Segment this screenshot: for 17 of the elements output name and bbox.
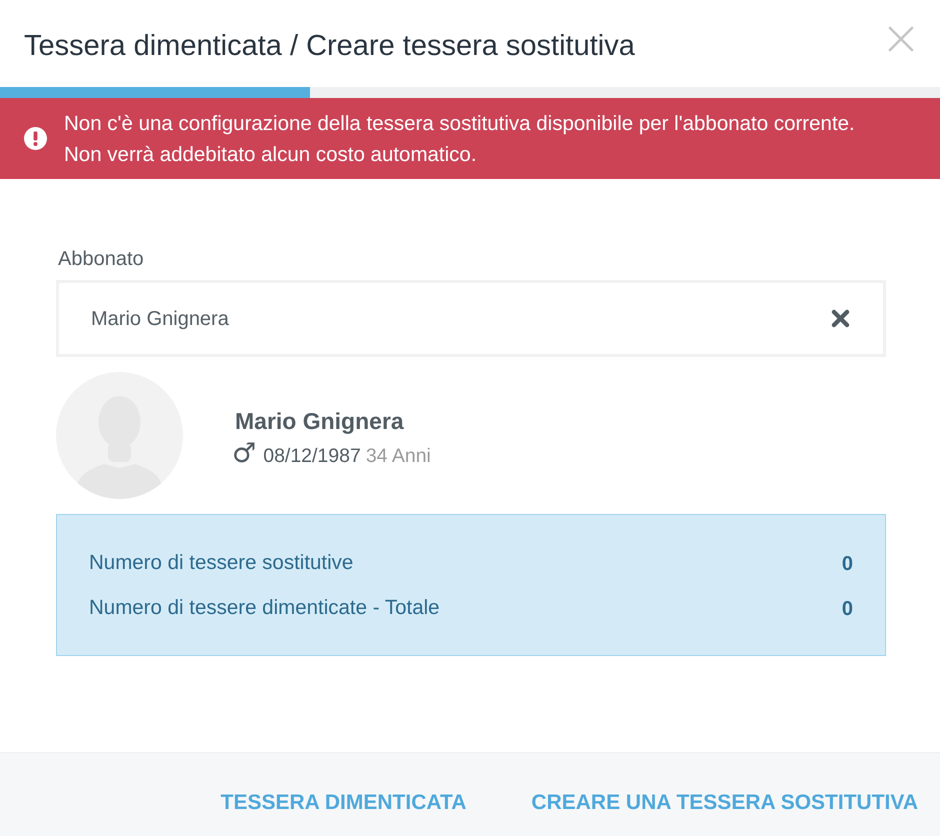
birth-date: 08/12/1987 xyxy=(263,444,361,468)
alert-message: Non c'è una configurazione della tessera sostitutiva disponibile per l'abbonato corrente. Non verrà addebitato alcun costo automatico. xyxy=(64,110,855,168)
male-symbol: ♂ xyxy=(232,440,256,468)
stat-value: 0 xyxy=(842,596,853,622)
field-value: Mario Gnignera xyxy=(91,306,229,332)
member-name: Mario Gnignera xyxy=(235,407,405,435)
member-input-field[interactable]: Mario Gnignera xyxy=(56,280,886,357)
stat-label: Numero di tessere sostitutive xyxy=(89,550,354,576)
action-button[interactable]: TESSERA DIMENTICATA xyxy=(210,784,476,822)
clear-icon[interactable] xyxy=(831,309,850,328)
avatar-silhouette-icon xyxy=(56,372,183,499)
member-age: 34 Anni xyxy=(366,444,431,468)
stat-value: 0 xyxy=(842,552,853,576)
stat-label: Numero di tessere dimenticate - Totale xyxy=(89,595,440,622)
field-label: Abbonato xyxy=(57,247,144,271)
action-button[interactable]: CREARE UNA TESSERA SOSTITUTIVA xyxy=(521,784,928,822)
dialog-title: Tessera dimenticata / Creare tessera sostitutiva xyxy=(24,28,635,64)
